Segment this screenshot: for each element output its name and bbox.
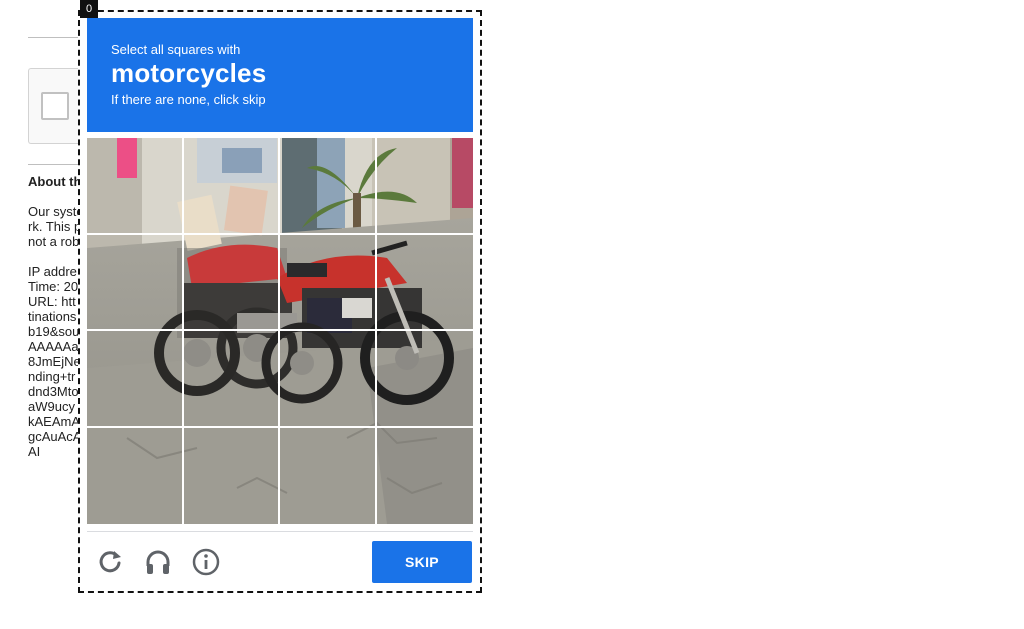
skip-button[interactable]: SKIP bbox=[372, 541, 472, 583]
grid-tile[interactable] bbox=[183, 331, 280, 428]
reload-icon[interactable] bbox=[95, 547, 125, 577]
target-object-label: motorcycles bbox=[111, 58, 267, 88]
grid-tile[interactable] bbox=[183, 138, 280, 235]
grid-tile[interactable] bbox=[377, 428, 474, 525]
details-line: IP addre bbox=[28, 264, 77, 279]
grid-tile[interactable] bbox=[280, 427, 377, 524]
details-line: URL: htt bbox=[28, 294, 76, 309]
grid-tile[interactable] bbox=[376, 138, 473, 235]
details-line: Time: 20 bbox=[28, 279, 79, 294]
grid-tile[interactable] bbox=[87, 234, 184, 331]
details-line: b19&sou bbox=[28, 324, 80, 339]
challenge-header: Select all squares with motorcycles If t… bbox=[87, 18, 473, 132]
grid-tile[interactable] bbox=[376, 331, 473, 428]
paragraph-line: not a rob bbox=[28, 234, 80, 249]
skip-hint-text: If there are none, click skip bbox=[111, 92, 266, 107]
grid-tile[interactable] bbox=[87, 138, 184, 235]
details-line: dnd3Mto bbox=[28, 384, 79, 399]
image-grid bbox=[87, 138, 473, 524]
paragraph-line: rk. This p bbox=[28, 219, 82, 234]
details-line: gcAuAcA bbox=[28, 429, 82, 444]
info-icon[interactable] bbox=[191, 547, 221, 577]
footer-divider bbox=[87, 531, 473, 532]
grid-tile[interactable] bbox=[87, 331, 184, 428]
grid-tile[interactable] bbox=[183, 234, 280, 331]
instruction-text: Select all squares with bbox=[111, 42, 241, 57]
element-counter-badge: 0 bbox=[80, 0, 98, 18]
details-line: 8JmEjNe bbox=[28, 354, 81, 369]
tile-grid bbox=[87, 138, 473, 524]
grid-tile[interactable] bbox=[280, 331, 377, 428]
grid-tile[interactable] bbox=[280, 234, 377, 331]
paragraph-line: Our syste bbox=[28, 204, 84, 219]
details-line: nding+tr bbox=[28, 369, 76, 384]
grid-tile[interactable] bbox=[280, 138, 377, 235]
details-line: kAEAmA bbox=[28, 414, 81, 429]
details-line: AAAAAa bbox=[28, 339, 79, 354]
details-line: AI bbox=[28, 444, 41, 459]
grid-tile[interactable] bbox=[376, 235, 473, 331]
recaptcha-checkbox[interactable] bbox=[41, 92, 69, 120]
section-heading: About th bbox=[28, 174, 82, 189]
grid-tile[interactable] bbox=[87, 427, 184, 524]
headphones-icon[interactable] bbox=[143, 547, 173, 577]
details-line: aW9ucy bbox=[28, 399, 75, 414]
grid-tile[interactable] bbox=[184, 427, 280, 524]
details-line: tinations bbox=[28, 309, 77, 324]
